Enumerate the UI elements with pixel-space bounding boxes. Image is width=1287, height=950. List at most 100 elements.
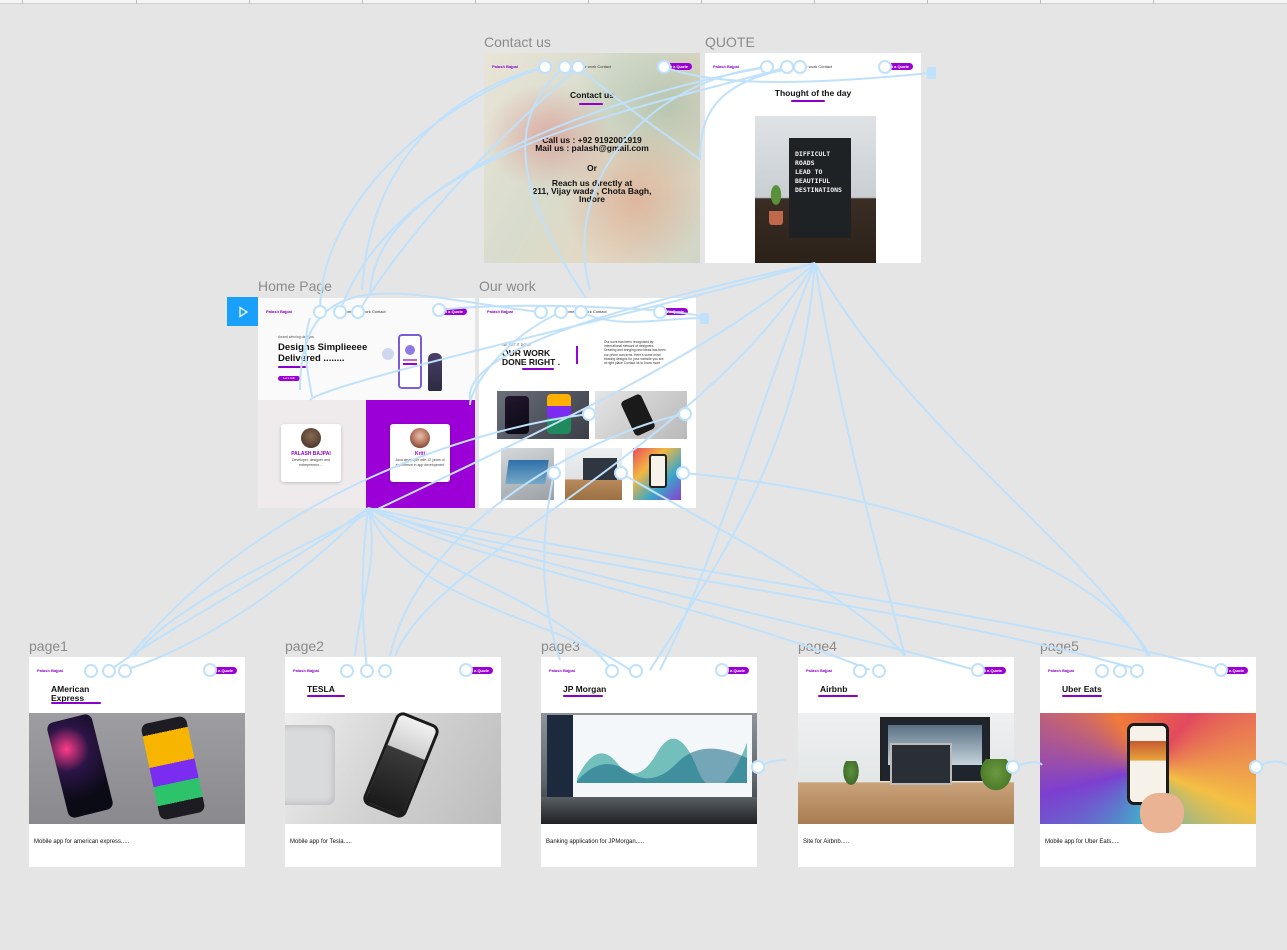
plant-icon: [767, 178, 785, 212]
nav-logo[interactable]: Palash Bajpai: [492, 64, 518, 69]
work-tile-tesla[interactable]: [595, 391, 687, 439]
nav-bar: Palash Bajpai Get a Quote: [541, 657, 757, 683]
quote-heading: Thought of the day: [774, 88, 852, 98]
nav-logo[interactable]: Palash Bajpai: [1048, 668, 1074, 673]
heading-underline: [818, 695, 858, 697]
play-icon: [238, 305, 248, 318]
nav-bar: Palash Bajpai Home Our work Contact Get …: [705, 53, 921, 79]
quote-button[interactable]: Get a Quote: [436, 307, 467, 315]
frame-label-home[interactable]: Home Page: [258, 278, 332, 294]
cta-label: Let's talk: [283, 376, 295, 380]
quote-photo: DIFFICULT ROADS LEAD TO BEAUTIFUL DESTIN…: [755, 116, 876, 263]
nav-bar: Palash Bajpai Get a Quote: [285, 657, 501, 683]
map-background: [484, 53, 700, 263]
nav-logo[interactable]: Palash Bajpai: [266, 309, 292, 314]
nav-links[interactable]: Home Our work Contact: [564, 309, 607, 314]
nav-logo[interactable]: Palash Bajpai: [806, 668, 832, 673]
work-heading: OUR WORK DONE RIGHT .: [502, 348, 561, 367]
work-tile-ubereats[interactable]: [633, 448, 681, 500]
frame-home[interactable]: Palash Bajpai Home Our work Contact Get …: [258, 298, 475, 508]
nav-logo[interactable]: Palash Bajpai: [37, 668, 63, 673]
play-prototype-button[interactable]: [227, 297, 258, 326]
nav-links[interactable]: Home Our work Contact: [343, 309, 386, 314]
work-tile-airbnb[interactable]: [565, 448, 622, 500]
quote-button[interactable]: Get a Quote: [1217, 666, 1248, 674]
nav-bar: Palash Bajpai Home Our work Contact Get …: [479, 298, 696, 324]
quote-button[interactable]: Get a Quote: [882, 62, 913, 70]
work-tagline: WE GET IT DONE: [502, 343, 531, 347]
nav-bar: Palash Bajpai Get a Quote: [798, 657, 1014, 683]
page-description: Mobile app for Tesla.....: [290, 839, 352, 845]
hand: [1140, 793, 1184, 833]
frame-label-page1[interactable]: page1: [29, 638, 68, 654]
quote-button[interactable]: Get a Quote: [657, 307, 688, 315]
page-image: [29, 712, 245, 824]
page-title: Airbnb: [820, 684, 848, 694]
frame-label-contact[interactable]: Contact us: [484, 34, 551, 50]
heading-underline: [1062, 695, 1102, 697]
card-desc: Developer, designer and entrepreneur....: [292, 458, 330, 467]
laptop: [890, 743, 952, 785]
heading-underline: [563, 695, 603, 697]
hero-tagline: Award winning designs: [278, 335, 314, 339]
frame-page4[interactable]: Palash Bajpai Get a Quote Airbnb Site for…: [798, 657, 1014, 867]
page-description: Banking application for JPMorgan.....: [546, 839, 645, 845]
quote-button[interactable]: Get a Quote: [462, 666, 493, 674]
quote-button[interactable]: Get a Quote: [718, 666, 749, 674]
board-text: DIFFICULT ROADS LEAD TO BEAUTIFUL DESTIN…: [795, 150, 842, 194]
team-section-left: PALASH BAJPAI Developer, designer and en…: [258, 400, 366, 508]
nav-bar: Palash Bajpai Get a Quote: [29, 657, 245, 683]
work-tile-jpmorgan[interactable]: [501, 448, 554, 500]
hero-heading: Designs Simplieeee Delivered ........: [278, 342, 368, 364]
heading-underline: [791, 100, 825, 102]
nav-links[interactable]: Home Our work Contact: [789, 64, 832, 69]
frame-label-page5[interactable]: page5: [1040, 638, 1079, 654]
nav-logo[interactable]: Palash Bajpai: [487, 309, 513, 314]
work-tile-phones[interactable]: [497, 391, 589, 439]
nav-bar: Palash Bajpai Home Our work Contact Get …: [484, 53, 700, 79]
heading-underline: [307, 695, 345, 697]
frame-label-page3[interactable]: page3: [541, 638, 580, 654]
page-image: [1040, 713, 1256, 833]
frame-page2[interactable]: Palash Bajpai Get a Quote TESLA Mobile ap…: [285, 657, 501, 867]
contact-address-line2: Indore: [579, 194, 605, 204]
frame-work[interactable]: Palash Bajpai Home Our work Contact Get …: [479, 298, 696, 508]
nav-logo[interactable]: Palash Bajpai: [549, 668, 575, 673]
frame-quote[interactable]: Palash Bajpai Home Our work Contact Get …: [705, 53, 921, 263]
page-description: Mobile app for american express.....: [34, 839, 130, 845]
nav-links[interactable]: Home Our work Contact: [568, 64, 611, 69]
cta-button[interactable]: Let's talk: [278, 376, 300, 381]
page-title: TESLA: [307, 684, 335, 694]
frame-contact[interactable]: Palash Bajpai Home Our work Contact Get …: [484, 53, 700, 263]
nav-logo[interactable]: Palash Bajpai: [713, 64, 739, 69]
frame-label-quote[interactable]: QUOTE: [705, 34, 755, 50]
page-title: Uber Eats: [1062, 684, 1102, 694]
frame-label-work[interactable]: Our work: [479, 278, 536, 294]
heading-underline: [522, 368, 554, 370]
letter-board: DIFFICULT ROADS LEAD TO BEAUTIFUL DESTIN…: [789, 138, 851, 238]
phone-mockup: [45, 712, 115, 820]
heading-underline: [51, 702, 101, 704]
quote-button[interactable]: Get a Quote: [206, 666, 237, 674]
nav-logo[interactable]: Palash Bajpai: [293, 668, 319, 673]
frame-label-page4[interactable]: page4: [798, 638, 837, 654]
divider: [576, 346, 578, 364]
page-description: Site for Airbnb.....: [803, 839, 850, 845]
frame-page3[interactable]: Palash Bajpai Get a Quote JP Morgan Banki…: [541, 657, 757, 867]
page-description: Mobile app for Uber Eats.....: [1045, 839, 1120, 845]
avatar: [410, 428, 430, 448]
plant-pot: [769, 211, 783, 225]
quote-button[interactable]: Get a Quote: [661, 62, 692, 70]
team-card[interactable]: PALASH BAJPAI Developer, designer and en…: [281, 424, 341, 482]
person-illustration: [428, 353, 442, 391]
frame-label-page2[interactable]: page2: [285, 638, 324, 654]
page-title: JP Morgan: [563, 684, 607, 694]
quote-button[interactable]: Get a Quote: [975, 666, 1006, 674]
avatar-bubble-icon: [382, 348, 394, 360]
team-card[interactable]: Kriti Java developer with 12 years of ex…: [390, 424, 450, 482]
frame-page1[interactable]: Palash Bajpai Get a Quote AMerican Expres…: [29, 657, 245, 867]
work-description: Our work has been recognised by internat…: [604, 340, 666, 366]
nav-bar: Palash Bajpai Get a Quote: [1040, 657, 1256, 683]
phone-mockup: [360, 710, 442, 820]
frame-page5[interactable]: Palash Bajpai Get a Quote Uber Eats Mobil…: [1040, 657, 1256, 867]
